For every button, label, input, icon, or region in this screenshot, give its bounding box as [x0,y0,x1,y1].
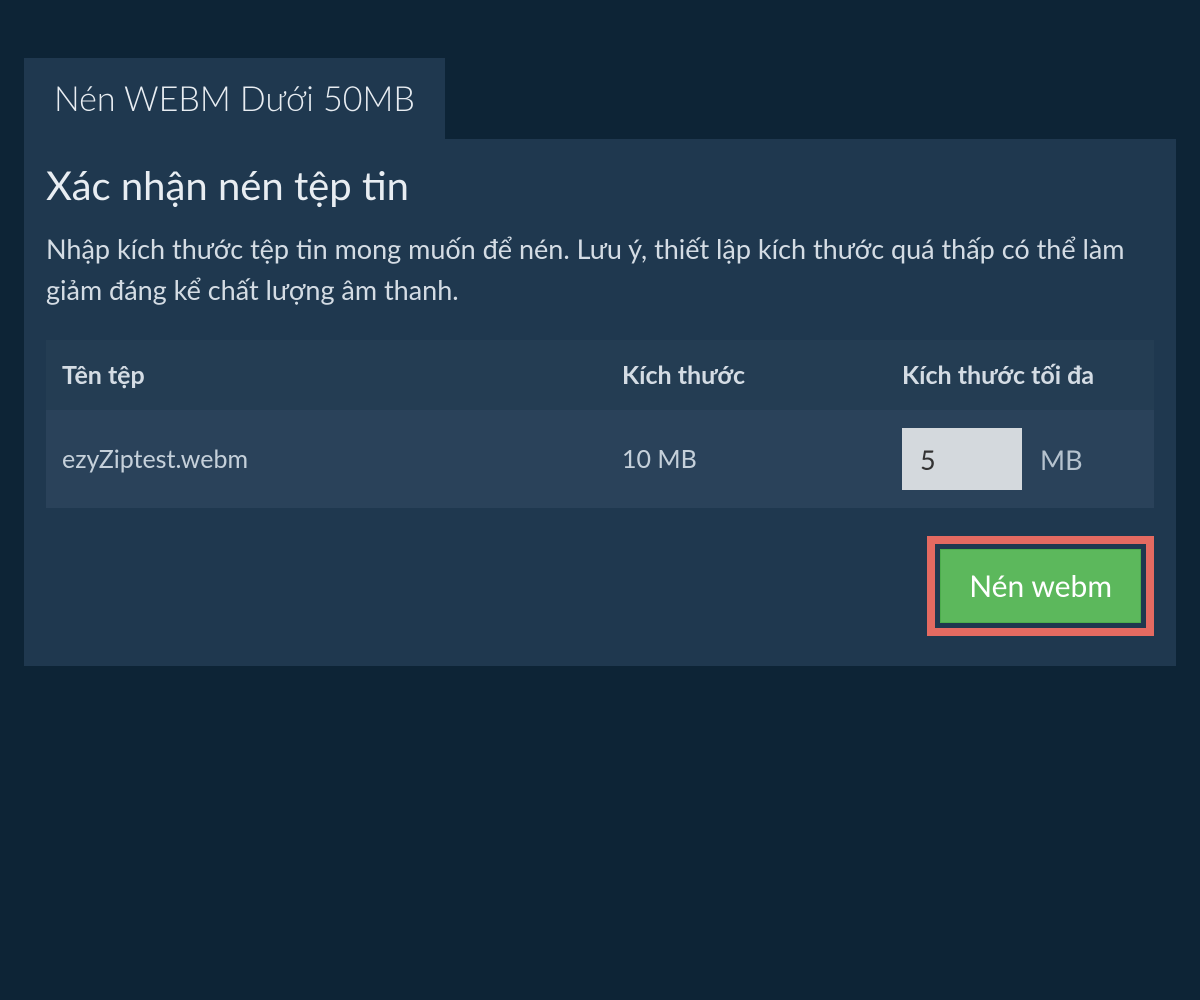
cell-maxsize: MB [886,410,1154,508]
maxsize-input[interactable] [902,428,1022,490]
panel-heading: Xác nhận nén tệp tin [46,161,1154,209]
compression-panel: Xác nhận nén tệp tin Nhập kích thước tệp… [24,139,1176,666]
cell-filename: ezyZiptest.webm [46,410,606,508]
cell-size: 10 MB [606,410,886,508]
compress-button-highlight: Nén webm [927,536,1154,636]
maxsize-unit: MB [1040,443,1083,476]
compress-button[interactable]: Nén webm [940,549,1141,623]
table-header-maxsize: Kích thước tối đa [886,340,1154,410]
table-row: ezyZiptest.webm 10 MB MB [46,410,1154,508]
tab-compress-webm[interactable]: Nén WEBM Dưới 50MB [24,58,445,139]
compress-button-label: Nén webm [969,568,1112,604]
file-table: Tên tệp Kích thước Kích thước tối đa ezy… [46,340,1154,508]
table-header-filename: Tên tệp [46,340,606,410]
tab-label: Nén WEBM Dưới 50MB [54,78,415,119]
table-header-size: Kích thước [606,340,886,410]
table-header-row: Tên tệp Kích thước Kích thước tối đa [46,340,1154,410]
panel-description: Nhập kích thước tệp tin mong muốn để nén… [46,229,1154,310]
